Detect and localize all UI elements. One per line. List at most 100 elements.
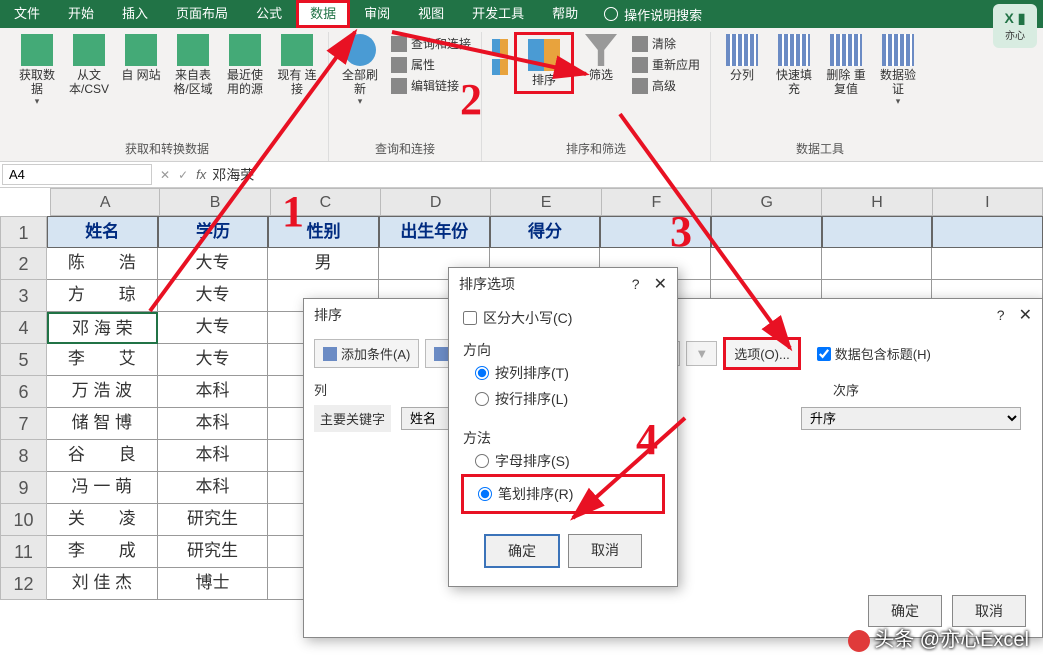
cell[interactable]: 博士 bbox=[158, 568, 269, 600]
refresh-all-button[interactable]: 全部刷新▾ bbox=[335, 32, 385, 109]
row-header[interactable]: 10 bbox=[0, 504, 47, 536]
cell[interactable]: 邓 海 荣 bbox=[47, 312, 158, 344]
text-to-columns-button[interactable]: 分列 bbox=[717, 32, 767, 84]
help-icon[interactable]: ? bbox=[632, 276, 640, 292]
cell[interactable] bbox=[932, 248, 1043, 280]
fx-icon[interactable]: fx bbox=[196, 167, 206, 182]
cancel-icon[interactable]: ✕ bbox=[160, 168, 170, 182]
sort-asc-button[interactable] bbox=[488, 38, 512, 56]
ok-button[interactable]: 确定 bbox=[484, 534, 560, 568]
column-header[interactable]: B bbox=[160, 188, 270, 216]
cell[interactable]: 出生年份 bbox=[379, 216, 490, 248]
cell[interactable] bbox=[711, 216, 822, 248]
data-validation-button[interactable]: 数据验 证▾ bbox=[873, 32, 923, 109]
cell[interactable]: 大专 bbox=[158, 344, 269, 376]
tab-insert[interactable]: 插入 bbox=[108, 0, 162, 28]
cell[interactable]: 李 成 bbox=[47, 536, 158, 568]
from-csv-button[interactable]: 从文 本/CSV bbox=[64, 32, 114, 98]
row-header[interactable]: 5 bbox=[0, 344, 47, 376]
cell[interactable]: 研究生 bbox=[158, 504, 269, 536]
tab-home[interactable]: 开始 bbox=[54, 0, 108, 28]
cell[interactable] bbox=[822, 248, 933, 280]
close-icon[interactable]: ✕ bbox=[654, 274, 667, 294]
tab-file[interactable]: 文件 bbox=[0, 0, 54, 28]
remove-duplicates-button[interactable]: 删除 重复值 bbox=[821, 32, 871, 98]
cell[interactable]: 学历 bbox=[158, 216, 269, 248]
cell[interactable]: 本科 bbox=[158, 408, 269, 440]
column-header[interactable]: D bbox=[381, 188, 491, 216]
case-sensitive-checkbox[interactable]: 区分大小写(C) bbox=[463, 308, 663, 328]
row-header[interactable]: 3 bbox=[0, 280, 47, 312]
properties-button[interactable]: 属性 bbox=[387, 55, 475, 74]
cell[interactable]: 本科 bbox=[158, 472, 269, 504]
name-box[interactable] bbox=[2, 164, 152, 185]
cell[interactable]: 谷 良 bbox=[47, 440, 158, 472]
recent-sources-button[interactable]: 最近使 用的源 bbox=[220, 32, 270, 98]
cell[interactable]: 本科 bbox=[158, 376, 269, 408]
column-header[interactable]: H bbox=[822, 188, 932, 216]
cell[interactable] bbox=[600, 216, 711, 248]
cell[interactable] bbox=[711, 248, 822, 280]
clear-filter-button[interactable]: 清除 bbox=[628, 34, 704, 53]
cell[interactable]: 研究生 bbox=[158, 536, 269, 568]
tab-view[interactable]: 视图 bbox=[404, 0, 458, 28]
close-icon[interactable]: ✕ bbox=[1019, 305, 1032, 325]
cancel-button[interactable]: 取消 bbox=[568, 534, 642, 568]
tab-formula[interactable]: 公式 bbox=[242, 0, 296, 28]
cell[interactable]: 大专 bbox=[158, 280, 269, 312]
reapply-button[interactable]: 重新应用 bbox=[628, 55, 704, 74]
cell[interactable]: 冯 一 萌 bbox=[47, 472, 158, 504]
enter-icon[interactable]: ✓ bbox=[178, 168, 188, 182]
sort-desc-button[interactable] bbox=[488, 58, 512, 76]
row-header[interactable]: 2 bbox=[0, 248, 47, 280]
from-table-button[interactable]: 来自表 格/区域 bbox=[168, 32, 218, 98]
cell[interactable]: 万 浩 波 bbox=[47, 376, 158, 408]
help-icon[interactable]: ? bbox=[997, 307, 1005, 323]
cell[interactable]: 大专 bbox=[158, 312, 269, 344]
row-header[interactable]: 7 bbox=[0, 408, 47, 440]
cell[interactable]: 姓名 bbox=[47, 216, 158, 248]
cell[interactable]: 刘 佳 杰 bbox=[47, 568, 158, 600]
row-header[interactable]: 12 bbox=[0, 568, 47, 600]
tab-data[interactable]: 数据 bbox=[296, 0, 350, 28]
cell[interactable]: 关 凌 bbox=[47, 504, 158, 536]
cell[interactable]: 得分 bbox=[490, 216, 601, 248]
cell[interactable]: 方 琼 bbox=[47, 280, 158, 312]
row-header[interactable]: 9 bbox=[0, 472, 47, 504]
advanced-filter-button[interactable]: 高级 bbox=[628, 76, 704, 95]
queries-connections-button[interactable]: 查询和连接 bbox=[387, 34, 475, 53]
column-header[interactable]: I bbox=[933, 188, 1043, 216]
sort-by-column-radio[interactable]: 按列排序(T) bbox=[463, 360, 663, 386]
move-down-button[interactable]: ▼ bbox=[686, 341, 717, 366]
sort-by-row-radio[interactable]: 按行排序(L) bbox=[463, 386, 663, 412]
cell[interactable]: 大专 bbox=[158, 248, 269, 280]
from-web-button[interactable]: 自 网站 bbox=[116, 32, 166, 84]
existing-conn-button[interactable]: 现有 连接 bbox=[272, 32, 322, 98]
cell[interactable]: 储 智 博 bbox=[47, 408, 158, 440]
tab-review[interactable]: 审阅 bbox=[350, 0, 404, 28]
get-data-button[interactable]: 获取数 据▾ bbox=[12, 32, 62, 109]
cell[interactable]: 男 bbox=[268, 248, 379, 280]
row-header[interactable]: 11 bbox=[0, 536, 47, 568]
sort-options-button[interactable]: 选项(O)... bbox=[723, 337, 801, 370]
sort-button[interactable]: 排序 bbox=[519, 37, 569, 89]
row-header[interactable]: 8 bbox=[0, 440, 47, 472]
cell[interactable] bbox=[932, 216, 1043, 248]
formula-input[interactable]: 邓海荣 bbox=[206, 163, 1043, 187]
row-header[interactable]: 1 bbox=[0, 216, 47, 248]
column-header[interactable]: E bbox=[491, 188, 601, 216]
add-level-button[interactable]: 添加条件(A) bbox=[314, 339, 419, 368]
filter-button[interactable]: 筛选 bbox=[576, 32, 626, 84]
cell[interactable]: 李 艾 bbox=[47, 344, 158, 376]
tell-me-search[interactable]: 操作说明搜索 bbox=[604, 5, 702, 24]
flash-fill-button[interactable]: 快速填充 bbox=[769, 32, 819, 98]
sort-order-select[interactable]: 升序 bbox=[801, 407, 1021, 430]
row-header[interactable]: 4 bbox=[0, 312, 47, 344]
tab-help[interactable]: 帮助 bbox=[538, 0, 592, 28]
tab-layout[interactable]: 页面布局 bbox=[162, 0, 242, 28]
cell[interactable] bbox=[822, 216, 933, 248]
alpha-sort-radio[interactable]: 字母排序(S) bbox=[463, 448, 663, 474]
column-header[interactable]: G bbox=[712, 188, 822, 216]
column-header[interactable]: A bbox=[50, 188, 160, 216]
row-header[interactable]: 6 bbox=[0, 376, 47, 408]
